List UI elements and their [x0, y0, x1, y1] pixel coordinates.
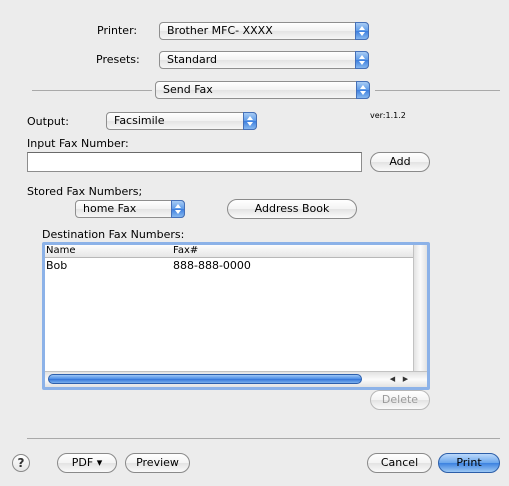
address-book-button[interactable]: Address Book — [227, 199, 357, 219]
printer-label: Printer: — [97, 24, 138, 37]
popup-arrows-icon — [243, 112, 257, 130]
vertical-scrollbar[interactable] — [413, 245, 427, 372]
printer-value: Brother MFC- XXXX — [167, 24, 273, 37]
input-fax-label: Input Fax Number: — [27, 137, 129, 150]
output-label: Output: — [27, 115, 69, 128]
table-row[interactable]: Bob 888-888-0000 — [45, 259, 415, 274]
stored-fax-popup[interactable]: home Fax — [75, 200, 185, 218]
scroll-right-arrow-icon[interactable]: ▶ — [400, 374, 411, 384]
printer-popup[interactable]: Brother MFC- XXXX — [159, 22, 369, 40]
column-header-fax[interactable]: Fax# — [173, 245, 198, 257]
popup-arrows-icon — [356, 81, 370, 99]
presets-label: Presets: — [96, 53, 140, 66]
pdf-button[interactable]: PDF ▾ — [57, 453, 117, 473]
preview-button[interactable]: Preview — [125, 453, 190, 473]
stored-fax-value: home Fax — [83, 202, 137, 215]
table-header: Name Fax# — [45, 245, 414, 258]
destination-table[interactable]: Name Fax# Bob 888-888-0000 ◀ ▶ — [42, 242, 430, 390]
help-icon[interactable]: ? — [12, 454, 30, 472]
pane-value: Send Fax — [163, 83, 213, 96]
scroll-left-arrow-icon[interactable]: ◀ — [387, 374, 398, 384]
row-fax-cell: 888-888-0000 — [173, 259, 251, 272]
fax-number-input[interactable] — [27, 152, 362, 172]
row-name-cell: Bob — [46, 259, 68, 272]
output-value: Facsimile — [114, 114, 165, 127]
popup-arrows-icon — [355, 51, 369, 69]
footer-separator — [27, 438, 500, 439]
separator-right — [375, 90, 500, 91]
presets-value: Standard — [167, 53, 218, 66]
print-button[interactable]: Print — [438, 453, 500, 473]
separator-left — [32, 90, 152, 91]
column-header-name[interactable]: Name — [46, 245, 76, 257]
scrollbar-thumb[interactable] — [48, 374, 362, 384]
version-text: ver:1.1.2 — [370, 111, 406, 120]
add-button[interactable]: Add — [370, 152, 430, 172]
cancel-button[interactable]: Cancel — [367, 453, 432, 473]
delete-button[interactable]: Delete — [370, 390, 430, 410]
output-popup[interactable]: Facsimile — [106, 112, 257, 130]
destination-label: Destination Fax Numbers: — [42, 228, 185, 241]
popup-arrows-icon — [355, 22, 369, 40]
presets-popup[interactable]: Standard — [159, 51, 369, 69]
popup-arrows-icon — [171, 200, 185, 218]
horizontal-scrollbar[interactable]: ◀ ▶ — [45, 371, 427, 387]
stored-fax-label: Stored Fax Numbers; — [27, 185, 143, 198]
pane-popup[interactable]: Send Fax — [155, 81, 370, 99]
